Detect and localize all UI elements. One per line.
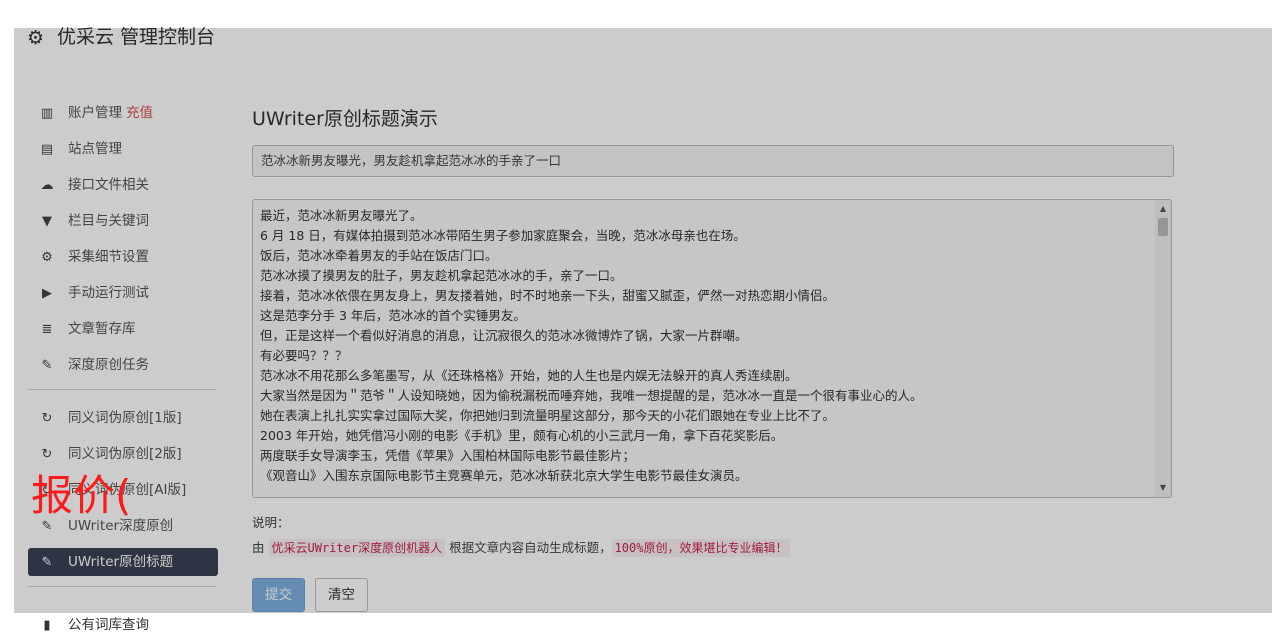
content-line: 2003 年开始，她凭借冯小刚的电影《手机》里，颇有心机的小三武月一角，拿下百花… (260, 428, 784, 443)
content-line: 饭后，范冰冰牵着男友的手站在饭店门口。 (260, 248, 498, 263)
content-line: 但，正是这样一个看似好消息的消息，让沉寂很久的范冰冰微博炸了锅，大家一片群嘲。 (260, 328, 748, 343)
sidebar-item-a-4[interactable]: ⚙ 采集细节设置 (28, 243, 218, 271)
edit-icon: ✎ (41, 358, 53, 373)
clear-button[interactable]: 清空 (315, 578, 368, 612)
scroll-down-icon[interactable]: ▼ (1155, 481, 1171, 495)
sidebar-item-label: 同义词伪原创[1版] (68, 410, 182, 426)
cloud-upload-icon: ☁ (40, 178, 54, 193)
bar-chart-icon: ▥ (40, 106, 54, 121)
sidebar-divider (28, 586, 216, 587)
content-line: 她在表演上扎扎实实拿过国际大奖，你把她归到流量明星这部分，那今天的小花们跟她在专… (260, 408, 836, 423)
note-prefix: 由 (252, 540, 265, 555)
refresh-icon: ↻ (41, 411, 53, 426)
note-middle: 根据文章内容自动生成标题， (449, 540, 612, 555)
gear-icon: ⚙ (27, 27, 45, 49)
sidebar-item-a-0[interactable]: ▥ 账户管理 充值 (28, 99, 218, 127)
sidebar-item-label: 文章暂存库 (68, 321, 136, 337)
form-actions: 提交 清空 (252, 578, 1172, 612)
recharge-link[interactable]: 充值 (126, 105, 153, 121)
server-icon: ▤ (40, 142, 54, 157)
main-content: UWriter原创标题演示 范冰冰新男友曝光，男友趁机拿起范冰冰的手亲了一口 最… (252, 104, 1174, 612)
scrollbar[interactable]: ▲ ▼ (1155, 200, 1171, 497)
scroll-thumb[interactable] (1158, 218, 1168, 236)
content-line: 范冰冰摸了摸男友的肚子，男友趁机拿起范冰冰的手，亲了一口。 (260, 268, 623, 283)
sidebar-item-a-5[interactable]: ▶ 手动运行测试 (28, 279, 218, 307)
content-text: 最近，范冰冰新男友曝光了。 6 月 18 日，有媒体拍摄到范冰冰带陌生男子参加家庭… (260, 206, 1149, 486)
sidebar-item-a-2[interactable]: ☁ 接口文件相关 (28, 171, 218, 199)
red-annotation-text: 报价( (31, 471, 132, 520)
content-line: 两度联手女导演李玉，凭借《苹果》入围柏林国际电影节最佳影片； (260, 448, 636, 463)
sidebar-item-b-0[interactable]: ↻ 同义词伪原创[1版] (28, 404, 218, 432)
sidebar-item-a-7[interactable]: ✎ 深度原创任务 (28, 351, 218, 379)
content-line: 这是范李分手 3 年后，范冰冰的首个实锤男友。 (260, 308, 526, 323)
content-line: 有必要吗？？？ (260, 348, 348, 363)
content-line: 《观音山》入围东京国际电影节主竞赛单元，范冰冰斩获北京大学生电影节最佳女演员。 (260, 468, 748, 483)
content-textarea[interactable]: 最近，范冰冰新男友曝光了。 6 月 18 日，有媒体拍摄到范冰冰带陌生男子参加家庭… (252, 199, 1172, 498)
content-line: 6 月 18 日，有媒体拍摄到范冰冰带陌生男子参加家庭聚会，当晚，范冰冰母亲也在… (260, 228, 746, 243)
filter-icon: ▼ (42, 214, 52, 229)
header: ⚙ 优采云 管理控制台 (14, 7, 1272, 69)
sidebar-item-label: UWriter原创标题 (68, 554, 174, 570)
app-window: ⚙ 优采云 管理控制台 ▥ 账户管理 充值 ▤ 站点管理 ☁ 接口文件相关 ▼ 栏目与关键词 ⚙ 采集… (14, 7, 1272, 642)
sidebar-item-label: 同义词伪原创[2版] (68, 446, 182, 462)
sidebar-item-label: 站点管理 (68, 141, 122, 157)
sidebar-item-b-4[interactable]: ✎ UWriter原创标题 (28, 548, 218, 576)
note-highlight-original: 100%原创，效果堪比专业编辑！ (611, 539, 791, 557)
sidebar-item-label: 手动运行测试 (68, 285, 149, 301)
brand[interactable]: ⚙ 优采云 管理控制台 (27, 22, 215, 49)
title-input[interactable]: 范冰冰新男友曝光，男友趁机拿起范冰冰的手亲了一口 (252, 145, 1174, 177)
cogs-icon: ⚙ (41, 250, 53, 265)
sidebar-item-label: 采集细节设置 (68, 249, 149, 265)
sidebar-item-a-3[interactable]: ▼ 栏目与关键词 (28, 207, 218, 235)
content-line: 范冰冰不用花那么多笔墨写，从《还珠格格》开始，她的人生也是内娱无法躲开的真人秀连… (260, 368, 798, 383)
sidebar-item-label: 深度原创任务 (68, 357, 149, 373)
refresh-icon: ↻ (41, 447, 53, 462)
sidebar-divider (28, 389, 216, 390)
play-circle-icon: ▶ (42, 286, 52, 301)
note-label: 说明： (252, 515, 290, 530)
sidebar-item-label: 接口文件相关 (68, 177, 149, 193)
content-line: 最近，范冰冰新男友曝光了。 (260, 208, 423, 223)
edit-icon: ✎ (41, 555, 53, 570)
sidebar-item-label: 公有词库查询 (68, 617, 149, 633)
book-icon: ▮ (43, 618, 51, 633)
content-line: 大家当然是因为＂范爷＂人设知晓她，因为偷税漏税而唾弃她，我唯一想提醒的是，范冰冰… (260, 388, 923, 403)
sidebar-item-public-lexicon[interactable]: ▮ 公有词库查询 (38, 613, 149, 633)
content-line: 接着，范冰冰依偎在男友身上，男友搂着她，时不时地亲一下头，甜蜜又腻歪，俨然一对热… (260, 288, 836, 303)
sidebar-item-label: 栏目与关键词 (68, 213, 149, 229)
sidebar-item-a-6[interactable]: ≣ 文章暂存库 (28, 315, 218, 343)
app-title: 优采云 管理控制台 (57, 26, 216, 48)
scroll-up-icon[interactable]: ▲ (1155, 202, 1171, 216)
note-text: 由 优采云UWriter深度原创机器人 根据文章内容自动生成标题， 100%原创，… (252, 537, 1172, 557)
sidebar: ▥ 账户管理 充值 ▤ 站点管理 ☁ 接口文件相关 ▼ 栏目与关键词 ⚙ 采集细节设置 ▶ 手动运行测试… (28, 99, 218, 601)
database-icon: ≣ (41, 322, 53, 337)
note-highlight-robot: 优采云UWriter深度原创机器人 (268, 539, 446, 557)
sidebar-item-label: 账户管理 (68, 105, 122, 121)
submit-button[interactable]: 提交 (252, 578, 305, 612)
page-title: UWriter原创标题演示 (252, 108, 438, 130)
sidebar-item-a-1[interactable]: ▤ 站点管理 (28, 135, 218, 163)
